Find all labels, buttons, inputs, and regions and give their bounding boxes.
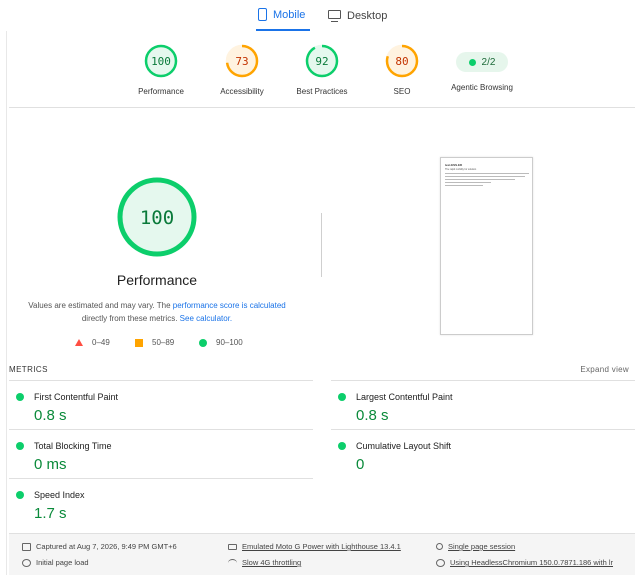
- text-line: [445, 182, 491, 183]
- triangle-icon: [75, 339, 83, 346]
- disclaimer-text-2: directly from these metrics.: [81, 314, 180, 323]
- metric-name: Largest Contentful Paint: [356, 392, 453, 402]
- throttling-link[interactable]: Slow 4G throttling: [242, 558, 301, 567]
- divider: [9, 107, 635, 108]
- divider: [9, 380, 313, 381]
- pass-dot-icon: [16, 442, 24, 450]
- gauge-ring: 80: [385, 44, 419, 78]
- divider: [9, 429, 313, 430]
- metrics-heading: METRICS: [9, 365, 48, 374]
- metric-value: 0.8 s: [34, 407, 67, 424]
- device-link[interactable]: Emulated Moto G Power with Lighthouse 13…: [242, 542, 401, 551]
- score-calculated-link[interactable]: performance score is calculated: [173, 301, 286, 310]
- session-link[interactable]: Single page session: [448, 542, 515, 551]
- metric-value: 0.8 s: [356, 407, 389, 424]
- user-icon: [436, 543, 443, 550]
- divider: [9, 478, 313, 479]
- legend-fail: 0–49: [75, 338, 110, 347]
- agentic-pill: 2/2: [456, 52, 508, 72]
- metric-value: 1.7 s: [34, 505, 67, 522]
- emulated-device: Emulated Moto G Power with Lighthouse 13…: [228, 542, 401, 551]
- expand-view-toggle[interactable]: Expand view: [580, 365, 629, 374]
- pass-dot-icon: [16, 393, 24, 401]
- legend-range: 50–89: [152, 338, 175, 347]
- device-icon: [228, 543, 237, 550]
- performance-big-score: 100: [140, 207, 174, 229]
- session-type: Single page session: [436, 542, 515, 551]
- performance-title: Performance: [116, 272, 198, 288]
- square-icon: [135, 338, 143, 347]
- metric-value: 0 ms: [34, 456, 67, 473]
- performance-big-gauge: 100: [117, 177, 197, 257]
- tab-desktop-label: Desktop: [347, 9, 388, 22]
- gauge-score: 80: [395, 55, 408, 68]
- metric-name: Speed Index: [34, 490, 85, 500]
- divider: [331, 429, 635, 430]
- calendar-icon: [22, 542, 31, 551]
- captured-at: Captured at Aug 7, 2026, 9:49 PM GMT+6: [22, 542, 177, 551]
- metric-name: Cumulative Layout Shift: [356, 441, 452, 451]
- legend-range: 90–100: [216, 338, 243, 347]
- gauge-ring: 92: [305, 44, 339, 78]
- gauge-score: 73: [235, 55, 248, 68]
- disclaimer-text: Values are estimated and may vary. The: [28, 301, 173, 310]
- legend-pass: 90–100: [199, 338, 243, 347]
- monitor-icon: [328, 10, 341, 22]
- page-screenshot-thumbnail[interactable]: test.ESS.ED The rapid mobility for solut…: [440, 157, 533, 335]
- gauge-label: Agentic Browsing: [451, 83, 513, 92]
- gauge-ring: 73: [225, 44, 259, 78]
- metric-name: First Contentful Paint: [34, 392, 119, 402]
- device-tabs: Mobile Desktop: [0, 0, 635, 31]
- metric-name: Total Blocking Time: [34, 441, 112, 451]
- pass-dot-icon: [338, 442, 346, 450]
- legend-range: 0–49: [92, 338, 110, 347]
- globe-icon: [436, 558, 445, 567]
- agentic-score: 2/2: [481, 56, 496, 68]
- tab-mobile[interactable]: Mobile: [256, 0, 310, 31]
- wifi-icon: [228, 558, 237, 567]
- pass-dot-icon: [468, 58, 476, 66]
- frame-border: [6, 31, 7, 575]
- network-throttling: Slow 4G throttling: [228, 558, 301, 567]
- gauge-score: 100: [151, 55, 171, 68]
- tab-desktop[interactable]: Desktop: [328, 0, 392, 31]
- see-calculator-link[interactable]: See calculator.: [180, 314, 232, 323]
- browser-version: Using HeadlessChromium 150.0.7871.186 wi…: [436, 558, 613, 567]
- circle-icon: [199, 338, 207, 347]
- vertical-separator: [321, 213, 322, 277]
- browser-link[interactable]: Using HeadlessChromium 150.0.7871.186 wi…: [450, 558, 613, 567]
- thumbnail-subtitle: The rapid mobility for solution: [445, 168, 477, 171]
- legend-average: 50–89: [135, 338, 174, 347]
- pass-dot-icon: [338, 393, 346, 401]
- captured-at-text: Captured at Aug 7, 2026, 9:49 PM GMT+6: [36, 542, 177, 551]
- runtime-settings-footer: Captured at Aug 7, 2026, 9:49 PM GMT+6 I…: [9, 533, 635, 575]
- gauge-agentic-browsing[interactable]: 2/2 Agentic Browsing: [432, 45, 532, 92]
- text-line: [445, 185, 483, 186]
- tab-mobile-label: Mobile: [273, 8, 306, 21]
- phone-icon: [258, 8, 267, 21]
- gauge-ring: 100: [144, 44, 178, 78]
- gauge-score: 92: [315, 55, 328, 68]
- text-line: [445, 179, 515, 180]
- pass-dot-icon: [16, 491, 24, 499]
- text-line: [445, 173, 529, 174]
- initial-page-load: Initial page load: [22, 558, 89, 567]
- performance-disclaimer: Values are estimated and may vary. The p…: [24, 299, 290, 325]
- initial-load-text: Initial page load: [36, 558, 89, 567]
- metric-value: 0: [356, 456, 365, 473]
- timer-icon: [22, 558, 31, 567]
- divider: [331, 380, 635, 381]
- thumbnail-title: test.ESS.ED: [445, 163, 463, 167]
- text-line: [445, 176, 525, 177]
